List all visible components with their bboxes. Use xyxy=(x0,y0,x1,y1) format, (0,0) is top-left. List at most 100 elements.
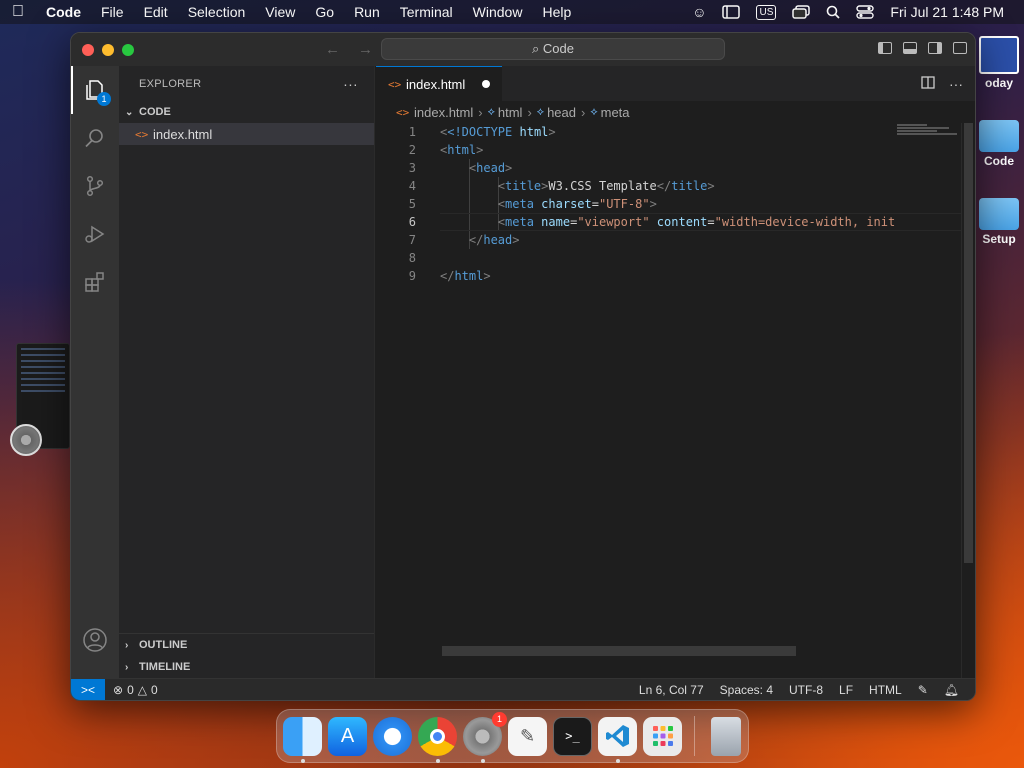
system-settings-icon[interactable]: 1 xyxy=(463,711,507,763)
system-settings-icon[interactable] xyxy=(10,424,42,456)
menubar-clock[interactable]: Fri Jul 21 1:48 PM xyxy=(882,4,1012,20)
horizontal-scrollbar[interactable] xyxy=(442,646,796,656)
emoji-status-icon[interactable]: ☺ xyxy=(684,4,714,20)
split-editor-icon[interactable] xyxy=(921,75,935,92)
line-number: 4 xyxy=(408,179,416,193)
remote-indicator-icon[interactable]: >< xyxy=(71,678,105,700)
code-editor[interactable]: 1 <<!DOCTYPE html> 2 <html> 3 <head> 4 <… xyxy=(376,123,961,285)
chrome-icon[interactable] xyxy=(418,716,457,763)
customize-layout-icon[interactable] xyxy=(953,42,967,54)
breadcrumb-file[interactable]: index.html xyxy=(414,105,473,120)
menu-file[interactable]: File xyxy=(91,4,134,20)
toggle-secondary-sidebar-icon[interactable] xyxy=(928,42,942,54)
code-line: 4 <title>W3.CSS Template</title> xyxy=(376,177,961,195)
safari-icon[interactable] xyxy=(373,716,412,756)
vscode-window: ← → ⌕ Code 1 EXPLORER ··· ⌄ CODE <> inde… xyxy=(70,32,976,701)
go-back-icon[interactable]: ← xyxy=(325,41,340,58)
code-line: 3 <head> xyxy=(376,159,961,177)
control-center-icon[interactable] xyxy=(848,5,882,19)
menu-terminal[interactable]: Terminal xyxy=(390,4,463,20)
menu-window[interactable]: Window xyxy=(463,4,533,20)
titlebar: ← → ⌕ Code xyxy=(71,33,975,66)
apple-icon[interactable]:  xyxy=(0,3,36,21)
menu-run[interactable]: Run xyxy=(344,4,390,20)
html-file-icon: <> xyxy=(388,77,402,91)
dock: A 1 ✎ >_ xyxy=(276,709,749,763)
chevron-right-icon: › xyxy=(125,661,129,673)
close-window-button[interactable] xyxy=(82,43,94,56)
breadcrumb-meta[interactable]: meta xyxy=(601,105,630,120)
run-and-debug-icon[interactable] xyxy=(71,210,119,258)
textedit-icon[interactable]: ✎ xyxy=(508,716,547,756)
minimap[interactable] xyxy=(897,123,961,143)
vertical-scrollbar[interactable] xyxy=(961,123,975,678)
toggle-primary-sidebar-icon[interactable] xyxy=(878,42,892,54)
code-line: 2 <html> xyxy=(376,141,961,159)
line-number: 9 xyxy=(408,269,416,283)
dock-separator xyxy=(694,716,695,756)
desktop-item-label: Code xyxy=(984,154,1014,168)
explorer-icon[interactable]: 1 xyxy=(71,66,119,114)
desktop-folder-code[interactable]: Code xyxy=(974,120,1024,168)
app-store-icon[interactable]: A xyxy=(328,716,367,756)
problems-indicator[interactable]: ⊗ 0 △ 0 xyxy=(105,683,158,697)
source-control-icon[interactable] xyxy=(71,162,119,210)
encoding[interactable]: UTF-8 xyxy=(789,683,823,697)
menu-view[interactable]: View xyxy=(255,4,305,20)
extensions-icon[interactable] xyxy=(71,258,119,306)
breadcrumb: <> index.html › ⟡ html › ⟡ head › ⟡ meta xyxy=(376,101,975,123)
stage-manager-icon[interactable] xyxy=(784,5,818,19)
vscode-icon[interactable] xyxy=(598,716,637,763)
line-number: 7 xyxy=(408,233,416,247)
cursor-position[interactable]: Ln 6, Col 77 xyxy=(639,683,704,697)
status-bar: >< ⊗ 0 △ 0 Ln 6, Col 77 Spaces: 4 UTF-8 … xyxy=(71,678,975,700)
more-actions-icon[interactable]: ··· xyxy=(949,76,963,92)
language-mode[interactable]: HTML xyxy=(869,683,902,697)
menu-selection[interactable]: Selection xyxy=(178,4,256,20)
go-forward-icon[interactable]: → xyxy=(358,41,373,58)
tab-index-html[interactable]: <> index.html xyxy=(376,66,502,101)
indentation[interactable]: Spaces: 4 xyxy=(720,683,773,697)
finder-icon[interactable] xyxy=(283,716,322,763)
element-symbol-icon: ⟡ xyxy=(536,105,545,118)
search-icon: ⌕ xyxy=(532,41,543,56)
maximize-window-button[interactable] xyxy=(122,43,134,56)
launchpad-icon[interactable] xyxy=(643,716,682,756)
trash-icon[interactable] xyxy=(711,716,741,756)
menu-help[interactable]: Help xyxy=(532,4,581,20)
desktop-item-today[interactable]: oday xyxy=(974,36,1024,90)
scrollbar-thumb[interactable] xyxy=(964,123,973,563)
outline-section[interactable]: › OUTLINE xyxy=(119,634,374,656)
command-center-label: Code xyxy=(542,41,574,56)
feedback-icon[interactable]: ✎ xyxy=(918,683,928,697)
end-of-line[interactable]: LF xyxy=(839,683,853,697)
spotlight-search-icon[interactable] xyxy=(818,5,848,19)
menu-app-name[interactable]: Code xyxy=(36,4,91,20)
search-icon[interactable] xyxy=(71,114,119,162)
more-actions-icon[interactable]: ··· xyxy=(343,76,358,92)
notifications-bell-icon[interactable]: 🔔︎ xyxy=(944,683,959,697)
minimize-window-button[interactable] xyxy=(102,43,114,56)
desktop-folder-setup[interactable]: Setup xyxy=(974,198,1024,246)
toggle-panel-icon[interactable] xyxy=(903,42,917,54)
terminal-icon[interactable]: >_ xyxy=(553,716,592,756)
timeline-section[interactable]: › TIMELINE xyxy=(119,656,374,678)
command-center-search[interactable]: ⌕ Code xyxy=(381,38,725,60)
breadcrumb-head[interactable]: head xyxy=(547,105,576,120)
folder-section-code[interactable]: ⌄ CODE xyxy=(119,101,374,123)
code-line: 9 </html> xyxy=(376,267,961,285)
menu-go[interactable]: Go xyxy=(305,4,344,20)
input-source-icon[interactable]: US xyxy=(748,4,784,20)
navigation-arrows: ← → xyxy=(325,41,373,58)
unsaved-dot-icon[interactable] xyxy=(482,80,490,88)
accounts-icon[interactable] xyxy=(71,616,119,664)
line-number: 2 xyxy=(408,143,416,157)
file-item-index-html[interactable]: <> index.html xyxy=(119,123,374,145)
screen-mirror-icon[interactable] xyxy=(714,5,748,19)
warning-icon: △ xyxy=(137,682,147,697)
folder-name: CODE xyxy=(139,106,171,118)
breadcrumb-html[interactable]: html xyxy=(498,105,523,120)
chevron-down-icon: ⌄ xyxy=(125,106,134,118)
error-count: 0 xyxy=(127,682,134,697)
menu-edit[interactable]: Edit xyxy=(134,4,178,20)
